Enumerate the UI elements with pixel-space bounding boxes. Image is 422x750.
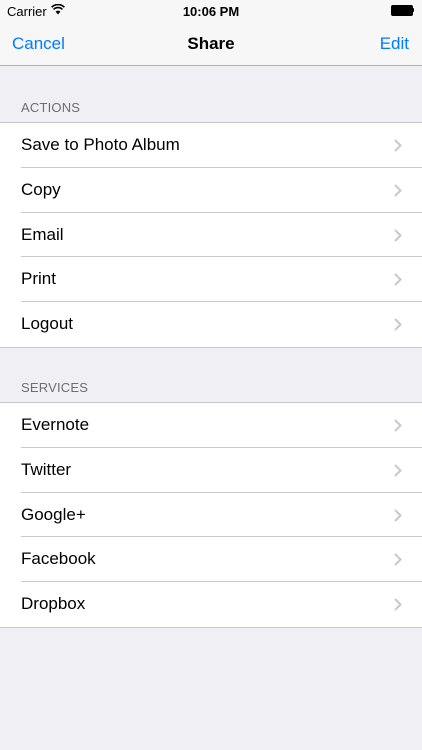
list-item-logout[interactable]: Logout	[0, 302, 422, 347]
navigation-bar: Carrier 10:06 PM Cancel Share Edit	[0, 0, 422, 66]
list-item-label: Print	[21, 269, 56, 289]
chevron-right-icon	[394, 553, 402, 567]
list-item-twitter[interactable]: Twitter	[0, 448, 422, 493]
list-item-label: Email	[21, 224, 64, 244]
actions-list: Save to Photo Album Copy Email Print Log…	[0, 122, 422, 348]
chevron-right-icon	[394, 598, 402, 611]
chevron-right-icon	[394, 228, 402, 242]
chevron-right-icon	[394, 184, 402, 197]
list-item-save-to-photo-album[interactable]: Save to Photo Album	[0, 123, 422, 168]
list-item-label: Google+	[21, 504, 86, 524]
list-item-copy[interactable]: Copy	[0, 168, 422, 213]
status-time: 10:06 PM	[182, 4, 240, 19]
list-item-label: Twitter	[21, 459, 72, 479]
chevron-right-icon	[394, 419, 402, 432]
list-item-dropbox[interactable]: Dropbox	[0, 582, 422, 627]
list-item-label: Logout	[21, 314, 73, 334]
chevron-right-icon	[394, 508, 402, 522]
edit-button[interactable]: Edit	[380, 34, 409, 54]
list-item-print[interactable]: Print	[0, 257, 422, 303]
status-bar: Carrier 10:06 PM	[0, 0, 422, 22]
list-item-facebook[interactable]: Facebook	[0, 537, 422, 583]
battery-icon	[391, 5, 414, 16]
chevron-right-icon	[394, 464, 402, 477]
chevron-right-icon	[394, 318, 402, 331]
list-item-label: Copy	[21, 179, 61, 199]
chevron-right-icon	[394, 273, 402, 287]
list-item-label: Evernote	[21, 415, 90, 434]
list-item-label: Dropbox	[21, 594, 86, 614]
page-title: Share	[187, 34, 235, 53]
list-item-google-plus[interactable]: Google+	[0, 493, 422, 538]
list-item-evernote[interactable]: Evernote	[0, 403, 422, 448]
section-header-services: SERVICES	[21, 380, 89, 395]
section-header-actions: ACTIONS	[21, 100, 81, 115]
services-list: Evernote Twitter Google+ Facebook Dropbo…	[0, 402, 422, 628]
nav-content: Cancel Share Edit	[0, 22, 422, 66]
chevron-right-icon	[394, 139, 402, 152]
list-item-email[interactable]: Email	[0, 213, 422, 258]
list-item-label: Facebook	[21, 549, 96, 569]
list-item-label: Save to Photo Album	[21, 135, 180, 154]
